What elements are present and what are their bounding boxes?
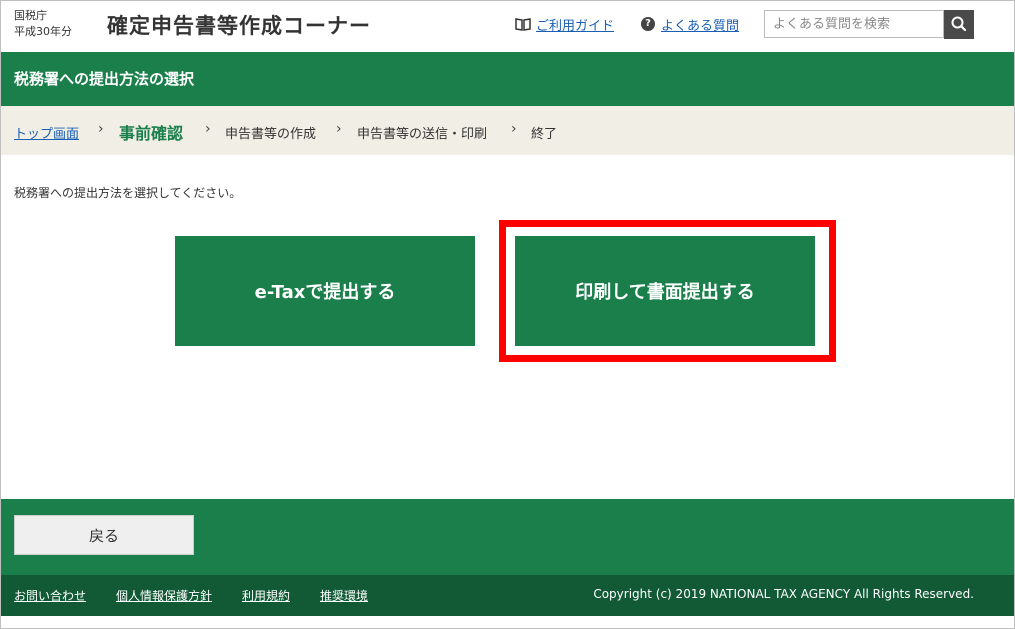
site-title: 確定申告書等作成コーナー [107,14,371,38]
site-header: 国税庁 平成30年分 確定申告書等作成コーナー ご利用ガイド ? よくある質問 [1,1,1014,52]
page-title-bar: 税務署への提出方法の選択 [1,52,1014,106]
etax-submit-button[interactable]: e-Taxで提出する [175,236,475,346]
footer-link-terms[interactable]: 利用規約 [242,587,290,604]
chevron-right-icon: › [336,121,342,137]
question-circle-icon[interactable]: ? [641,17,655,31]
page-title: 税務署への提出方法の選択 [14,70,195,88]
breadcrumb-step-finish: 終了 [531,127,558,142]
print-submit-button[interactable]: 印刷して書面提出する [515,236,815,346]
chevron-right-icon: › [511,121,517,137]
search-icon [951,16,967,32]
guide-link[interactable]: ご利用ガイド [536,15,614,34]
instruction-text: 税務署への提出方法を選択してください。 [14,186,242,200]
footer-link-environment[interactable]: 推奨環境 [320,587,368,604]
search-button[interactable] [944,10,974,39]
book-icon[interactable] [515,17,531,31]
footer-link-privacy[interactable]: 個人情報保護方針 [116,587,212,604]
chevron-right-icon: › [205,121,211,137]
print-submit-label: 印刷して書面提出する [575,282,755,303]
footer-action-bar: 戻る [1,499,1014,575]
back-button-label: 戻る [88,526,119,545]
search-input[interactable] [764,10,944,38]
footer-links-bar: お問い合わせ 個人情報保護方針 利用規約 推奨環境 Copyright (c) … [1,575,1014,616]
tax-year: 平成30年分 [14,25,72,38]
footer-link-contact[interactable]: お問い合わせ [14,587,86,604]
agency-block: 国税庁 平成30年分 [14,8,72,40]
agency-name: 国税庁 [14,9,47,22]
breadcrumb-current-step: 事前確認 [119,124,184,143]
breadcrumb: トップ画面 › 事前確認 › 申告書等の作成 › 申告書等の送信・印刷 › 終了 [1,106,1014,155]
back-button[interactable]: 戻る [14,515,194,555]
copyright-text: Copyright (c) 2019 NATIONAL TAX AGENCY A… [593,587,974,601]
breadcrumb-top[interactable]: トップ画面 [14,123,79,142]
breadcrumb-step-send: 申告書等の送信・印刷 [357,127,488,142]
breadcrumb-step-create: 申告書等の作成 [225,127,317,142]
chevron-right-icon: › [98,121,104,137]
faq-link[interactable]: よくある質問 [661,15,739,34]
etax-submit-label: e-Taxで提出する [254,282,396,303]
